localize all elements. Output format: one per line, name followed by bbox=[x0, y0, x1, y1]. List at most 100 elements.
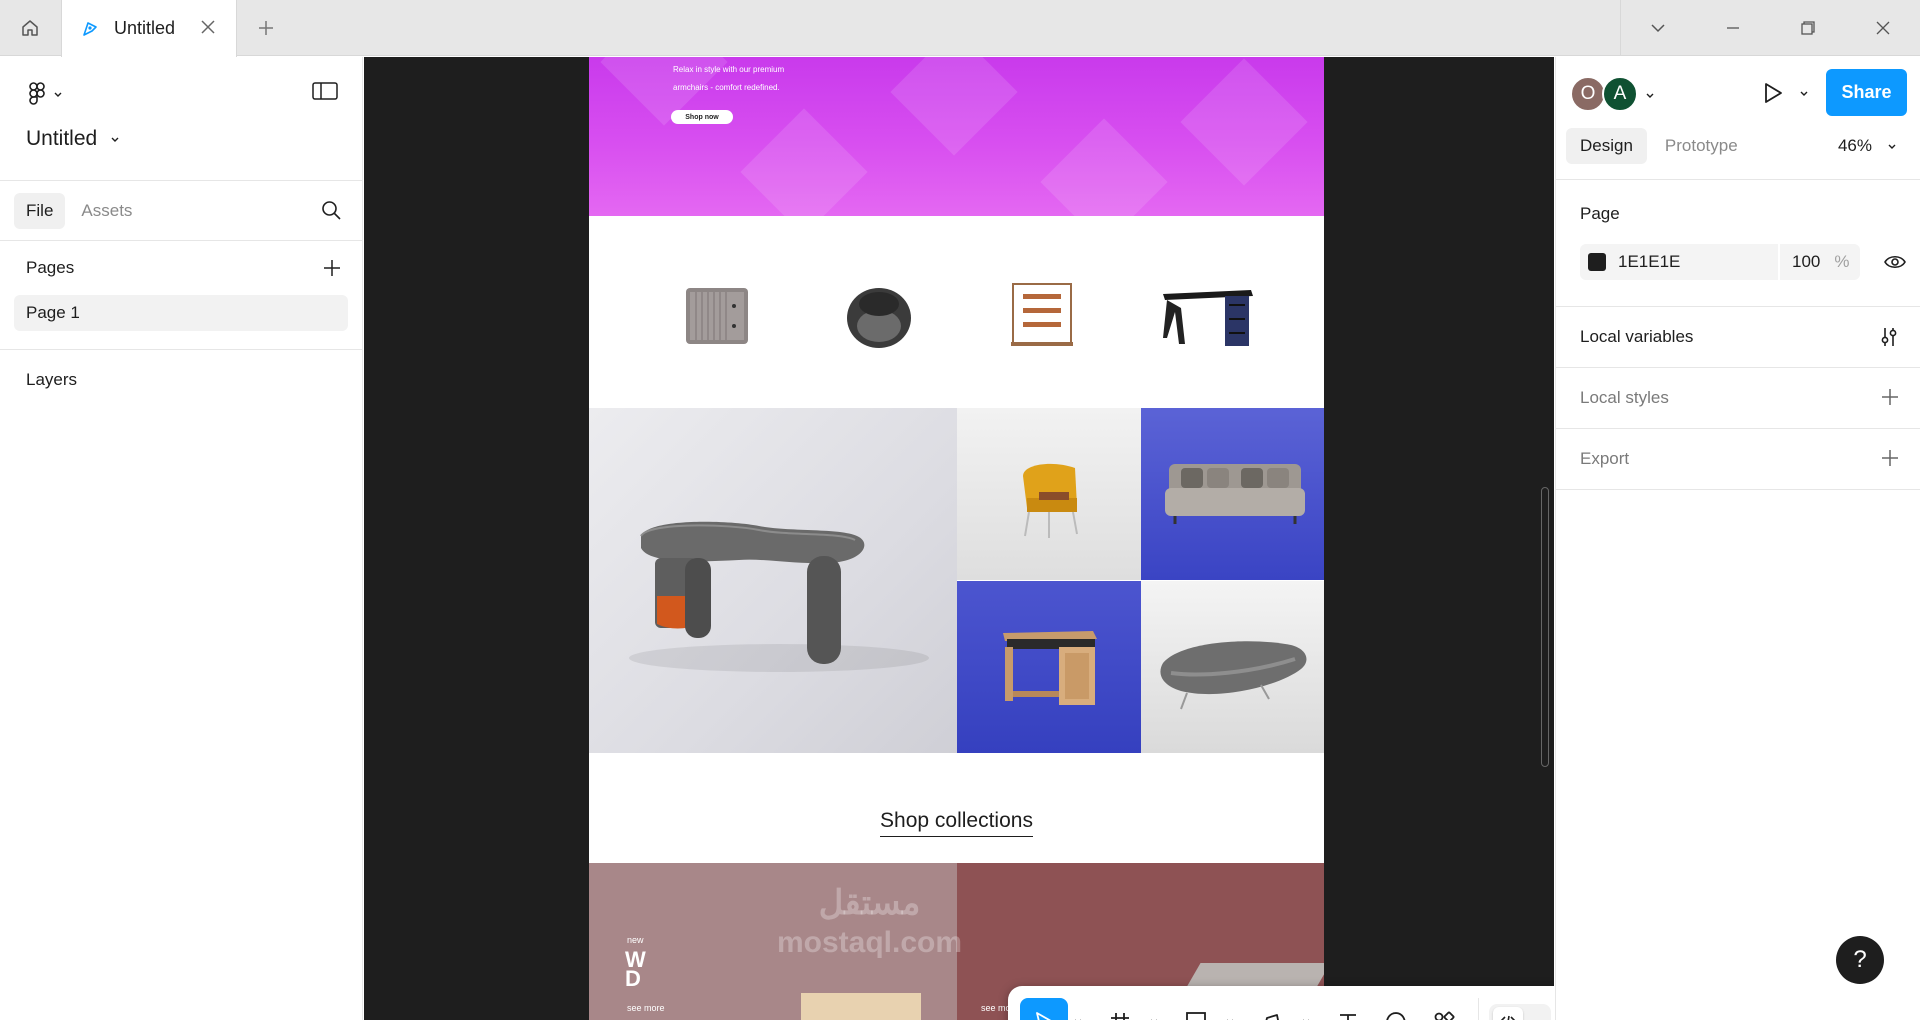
tile-small-label: new bbox=[627, 935, 644, 945]
hero-pattern bbox=[740, 108, 868, 216]
tab-untitled[interactable]: Untitled bbox=[61, 0, 237, 57]
see-more-link[interactable]: see more bbox=[627, 1003, 665, 1013]
share-button[interactable]: Share bbox=[1826, 69, 1907, 116]
home-icon bbox=[22, 20, 38, 36]
plus-icon bbox=[259, 21, 273, 35]
add-export-button[interactable] bbox=[1880, 448, 1900, 473]
visibility-toggle[interactable] bbox=[1884, 252, 1906, 277]
gallery-image-desk[interactable] bbox=[589, 408, 957, 753]
layers-heading: Layers bbox=[26, 370, 78, 389]
pen-tool-button[interactable] bbox=[1248, 998, 1296, 1020]
text-tool-button[interactable] bbox=[1324, 998, 1372, 1020]
tab-prototype[interactable]: Prototype bbox=[1651, 128, 1752, 164]
window-controls bbox=[1620, 0, 1920, 56]
vertical-scrollbar[interactable] bbox=[1541, 487, 1549, 767]
search-button[interactable] bbox=[320, 199, 342, 226]
chevron-down-icon bbox=[1800, 91, 1808, 96]
opacity-field[interactable]: 100 % bbox=[1778, 244, 1850, 280]
gallery-image-small-desk[interactable] bbox=[957, 581, 1141, 753]
watermark-url: mostaql.com bbox=[777, 926, 963, 959]
chevron-down-icon bbox=[1888, 144, 1896, 149]
watermark-text: مستقل bbox=[818, 884, 921, 922]
restore-button[interactable] bbox=[1771, 0, 1846, 56]
hero-banner[interactable]: Relax in style with our premium armchair… bbox=[589, 57, 1324, 216]
chevron-down-icon bbox=[54, 92, 62, 97]
main-menu-button[interactable] bbox=[26, 81, 64, 107]
yellow-chair-image bbox=[1023, 463, 1078, 538]
tab-list-button[interactable] bbox=[1621, 0, 1696, 56]
comment-tool-button[interactable] bbox=[1372, 998, 1420, 1020]
minimize-button[interactable] bbox=[1696, 0, 1771, 56]
file-name: Untitled bbox=[26, 127, 98, 150]
right-panel-tabs: Design Prototype bbox=[1566, 128, 1752, 164]
dresser-preview bbox=[801, 993, 921, 1020]
hero-pattern bbox=[1180, 58, 1308, 186]
curved-sofa-image bbox=[1160, 641, 1307, 710]
left-panel: Untitled File Assets Pages Page 1 Layers bbox=[0, 57, 363, 1020]
desk-image bbox=[1163, 290, 1253, 346]
plus-icon bbox=[1882, 389, 1898, 405]
zoom-level: 46% bbox=[1837, 136, 1872, 155]
gallery-image-sofa[interactable] bbox=[1141, 408, 1324, 580]
hero-pattern bbox=[1040, 118, 1168, 216]
present-button[interactable] bbox=[1762, 81, 1810, 105]
local-variables-label: Local variables bbox=[1580, 327, 1694, 346]
add-style-button[interactable] bbox=[1880, 387, 1900, 412]
shape-tool-button[interactable] bbox=[1172, 998, 1220, 1020]
search-icon bbox=[322, 201, 341, 220]
right-panel-header: O A Share Design Prototype 46% bbox=[1556, 57, 1920, 180]
close-window-button[interactable] bbox=[1845, 0, 1920, 56]
restore-icon bbox=[1801, 21, 1815, 35]
local-styles-section: Local styles bbox=[1556, 368, 1920, 429]
canvas[interactable]: Relax in style with our premium armchair… bbox=[364, 57, 1554, 1020]
avatar[interactable]: O bbox=[1570, 76, 1606, 112]
code-icon bbox=[1500, 1015, 1516, 1020]
local-styles-label: Local styles bbox=[1580, 388, 1669, 407]
sidebar-icon bbox=[312, 82, 338, 100]
home-button[interactable] bbox=[0, 0, 60, 56]
armchair-image bbox=[847, 288, 911, 348]
hex-value[interactable]: 1E1E1E bbox=[1618, 252, 1778, 272]
title-bar: Untitled bbox=[0, 0, 1920, 57]
text-icon bbox=[1340, 1014, 1356, 1020]
close-icon bbox=[1876, 21, 1890, 35]
local-variables-section[interactable]: Local variables bbox=[1556, 307, 1920, 368]
tab-title: Untitled bbox=[114, 18, 176, 38]
play-icon bbox=[1765, 83, 1782, 103]
tab-close-button[interactable] bbox=[198, 17, 218, 42]
add-page-button[interactable] bbox=[322, 258, 342, 283]
collections-title[interactable]: Shop collections bbox=[880, 809, 1033, 837]
tab-file[interactable]: File bbox=[14, 192, 66, 229]
multiplayer-menu[interactable] bbox=[1644, 88, 1656, 106]
zoom-menu[interactable]: 46% bbox=[1838, 136, 1898, 156]
tile-heading-line: D bbox=[625, 966, 641, 991]
sidebar-toggle-button[interactable] bbox=[312, 81, 338, 106]
page-color-field[interactable]: 1E1E1E 100 % bbox=[1580, 244, 1860, 280]
gallery-image-curved-sofa[interactable] bbox=[1141, 581, 1324, 753]
dev-mode-toggle[interactable] bbox=[1489, 1004, 1551, 1020]
gallery-image-yellow-chair[interactable] bbox=[957, 408, 1141, 580]
left-panel-tabs: File Assets bbox=[0, 181, 362, 241]
tab-design[interactable]: Design bbox=[1566, 128, 1647, 164]
actions-button[interactable] bbox=[1420, 998, 1468, 1020]
toolbar-divider bbox=[1478, 998, 1479, 1020]
file-name-menu[interactable]: Untitled bbox=[26, 127, 121, 151]
avatar[interactable]: A bbox=[1602, 76, 1638, 112]
tab-assets[interactable]: Assets bbox=[69, 193, 144, 229]
figma-logo-icon bbox=[29, 82, 45, 105]
open-variables-button[interactable] bbox=[1878, 326, 1900, 353]
page-item-page-1[interactable]: Page 1 bbox=[14, 295, 348, 331]
help-button[interactable]: ? bbox=[1836, 936, 1884, 984]
frame-tool-button[interactable] bbox=[1096, 998, 1144, 1020]
color-swatch[interactable] bbox=[1588, 253, 1606, 271]
shop-now-button[interactable]: Shop now bbox=[671, 110, 733, 124]
frame-icon bbox=[1111, 1013, 1129, 1020]
nightstand-image bbox=[686, 288, 748, 344]
move-tool-button[interactable] bbox=[1020, 998, 1068, 1020]
new-tab-button[interactable] bbox=[250, 12, 282, 44]
page-section: Page 1E1E1E 100 % bbox=[1556, 180, 1920, 307]
plus-icon bbox=[1882, 450, 1898, 466]
hero-text-line: armchairs - comfort redefined. bbox=[673, 83, 780, 92]
figma-file-icon bbox=[83, 21, 97, 36]
design-frame[interactable]: Relax in style with our premium armchair… bbox=[589, 57, 1324, 1020]
